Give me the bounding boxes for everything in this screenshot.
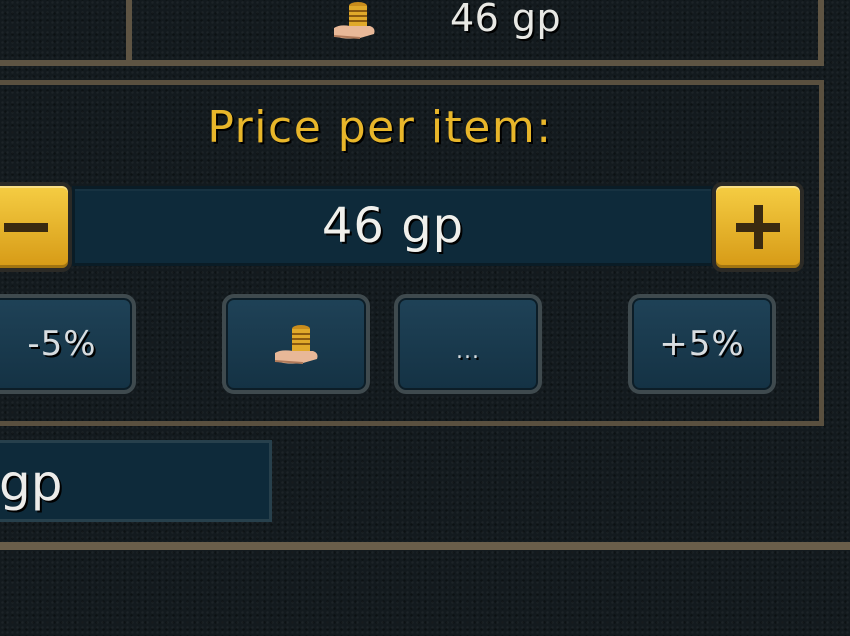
decrease-price-button[interactable]	[0, 182, 72, 272]
coin-stack-icon	[330, 0, 380, 48]
price-input[interactable]: 46 gp	[72, 186, 714, 266]
total-price-field[interactable]: gp	[0, 440, 272, 522]
top-row-price: 46 gp	[330, 0, 630, 44]
decrease-5-percent-label: -5%	[27, 324, 97, 364]
top-panel-right-border	[818, 0, 824, 66]
price-input-value: 46 gp	[321, 198, 465, 254]
increase-5-percent-label: +5%	[659, 324, 745, 364]
top-panel-divider	[126, 0, 132, 60]
bottom-border	[0, 542, 850, 550]
top-panel-bottom-border	[0, 60, 824, 66]
top-row-price-text: 46 gp	[450, 0, 562, 40]
increase-price-button[interactable]	[712, 182, 804, 272]
price-per-item-title: Price per item:	[207, 102, 553, 153]
total-price-value: gp	[0, 454, 63, 512]
custom-price-label: ...	[456, 338, 480, 364]
plus-icon	[736, 205, 780, 249]
increase-5-percent-button[interactable]: +5%	[628, 294, 776, 394]
minus-icon	[4, 205, 48, 249]
coin-stack-icon	[271, 319, 321, 369]
guide-price-button[interactable]	[222, 294, 370, 394]
custom-price-button[interactable]: ...	[394, 294, 542, 394]
decrease-5-percent-button[interactable]: -5%	[0, 294, 136, 394]
